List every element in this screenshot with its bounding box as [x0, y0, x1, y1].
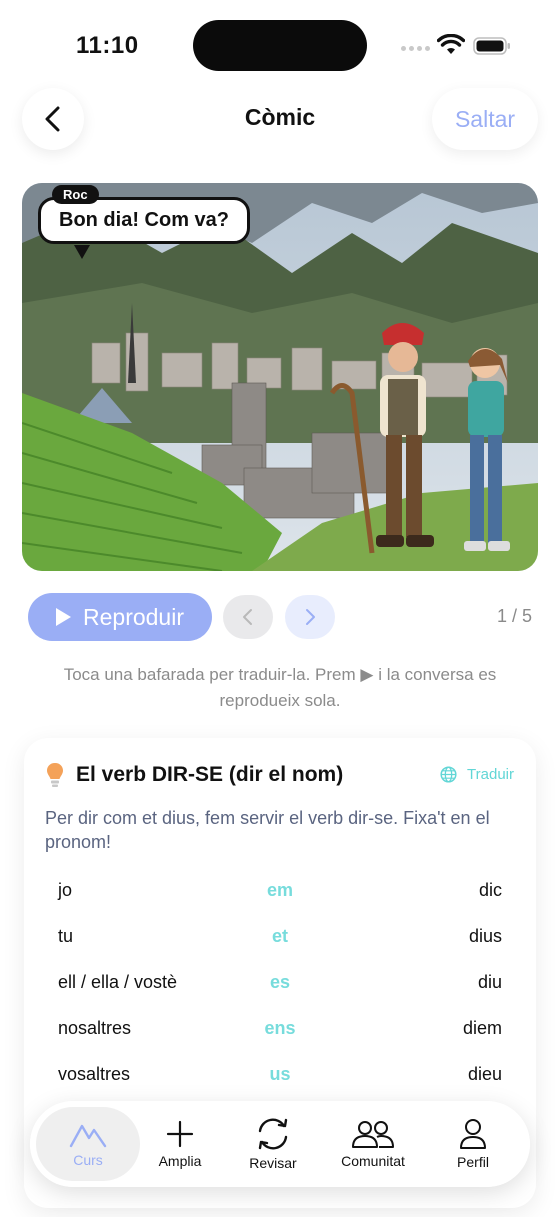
play-button[interactable]: Reproduir: [28, 593, 212, 641]
reflexive-pronoun: ens: [264, 1018, 296, 1038]
hint-text: Toca una bafarada per traduir-la. Prem ▶…: [63, 665, 497, 710]
verb-form: dieu: [467, 1064, 502, 1084]
reflexive-pronoun: em: [266, 880, 293, 900]
verb-form: diem: [462, 1018, 502, 1038]
reflexive-pronoun: es: [269, 972, 291, 992]
next-page-button[interactable]: [285, 595, 335, 639]
refresh-icon: [258, 1118, 288, 1150]
conjugation-row: nosaltres ens diem: [58, 1018, 502, 1048]
tab-comunitat[interactable]: Comunitat: [325, 1107, 421, 1181]
speaker-tag: Roc: [52, 185, 99, 204]
page-counter: 1 / 5: [496, 606, 532, 626]
tab-bar: Curs Amplia Revisar Comunitat Perfil: [30, 1101, 530, 1187]
person-icon: [460, 1119, 486, 1149]
top-bar: Còmic Saltar: [0, 88, 560, 150]
speech-bubble[interactable]: Roc Bon dia! Com va?: [38, 185, 251, 259]
translate-button[interactable]: Traduir: [440, 766, 514, 783]
tab-label: Revisar: [249, 1155, 297, 1171]
plus-icon: [166, 1120, 194, 1148]
conjugation-row: tu et dius: [58, 926, 502, 956]
verb-form: diu: [477, 972, 502, 992]
card-title: El verb DIR-SE (dir el nom): [76, 763, 344, 786]
chevron-right-icon: [306, 609, 315, 625]
people-icon: [352, 1121, 394, 1148]
wifi-icon: [437, 34, 465, 54]
comic-panel[interactable]: Roc Bon dia! Com va?: [22, 183, 538, 571]
tab-label: Curs: [73, 1152, 103, 1168]
verb-form: dic: [478, 880, 502, 900]
tab-label: Amplia: [158, 1153, 202, 1169]
tab-amplia[interactable]: Amplia: [132, 1107, 228, 1181]
mountain-icon: [69, 1124, 107, 1148]
battery-icon: [473, 37, 510, 55]
status-time: 11:10: [76, 32, 139, 59]
tab-label: Comunitat: [341, 1153, 405, 1169]
conjugation-row: vosaltres us dieu: [58, 1064, 502, 1094]
play-icon: [56, 608, 71, 626]
tab-perfil[interactable]: Perfil: [425, 1107, 521, 1181]
globe-icon: [440, 766, 457, 783]
translate-label: Traduir: [467, 766, 514, 783]
tab-curs[interactable]: Curs: [36, 1107, 140, 1181]
verb-form: dius: [468, 926, 502, 946]
previous-page-button[interactable]: [223, 595, 273, 639]
skip-button[interactable]: Saltar: [432, 88, 538, 150]
reflexive-pronoun: us: [269, 1064, 291, 1084]
conjugation-row: ell / ella / vostè es diu: [58, 972, 502, 1002]
speech-bubble-text: Bon dia! Com va?: [38, 197, 251, 244]
dynamic-island: [193, 20, 367, 71]
card-description: Per dir com et dius, fem servir el verb …: [45, 808, 490, 852]
chevron-left-icon: [243, 609, 252, 625]
conjugation-row: jo em dic: [58, 880, 502, 910]
status-bar: 11:10: [0, 0, 560, 90]
reflexive-pronoun: et: [271, 926, 288, 946]
play-button-label: Reproduir: [83, 603, 184, 630]
signal-icon: [401, 46, 430, 51]
tab-label: Perfil: [457, 1154, 489, 1170]
tab-revisar[interactable]: Revisar: [225, 1107, 321, 1181]
lightbulb-icon: [47, 763, 63, 787]
speech-bubble-tail: [74, 245, 90, 259]
